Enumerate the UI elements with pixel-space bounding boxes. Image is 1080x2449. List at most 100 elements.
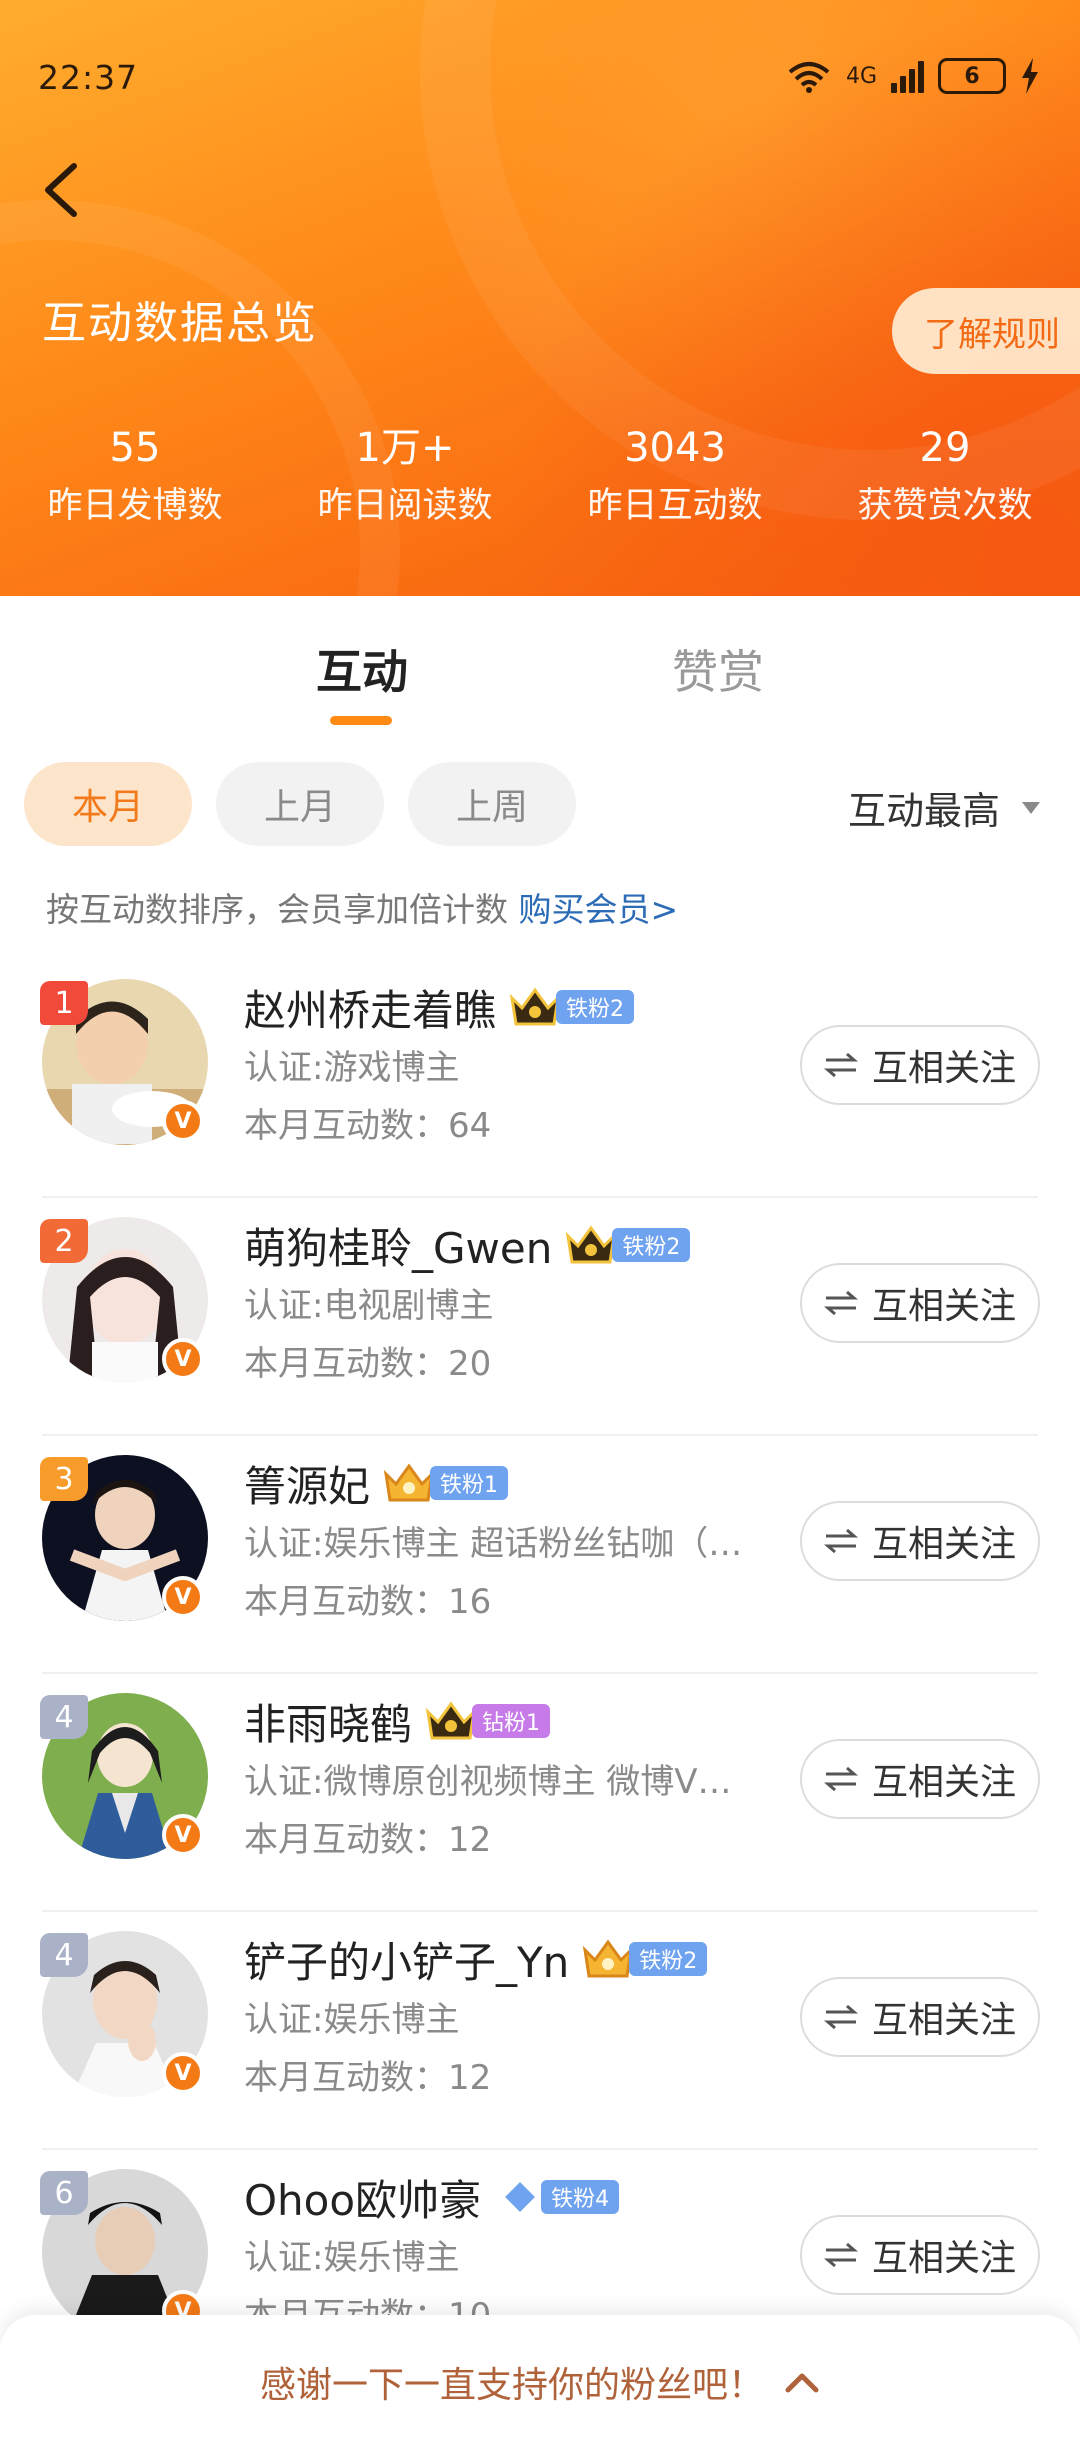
fan-level-badge: 铁粉1 (430, 1466, 509, 1500)
battery-icon: 6 (938, 58, 1006, 94)
fan-name[interactable]: 箐源妃 (244, 1453, 370, 1514)
fan-name[interactable]: Ohoo欧帅豪 (244, 2167, 481, 2228)
fan-cert: 认证:娱乐博主 (244, 2238, 460, 2278)
fan-level-badge: 铁粉2 (612, 1228, 691, 1262)
list-item[interactable]: V 3 箐源妃 铁粉1 认证:娱乐博主 超话粉丝钻咖（… 本月互动数：16 互相… (0, 1436, 1080, 1674)
fan-count: 本月互动数：20 (244, 1344, 492, 1384)
stat-interactions: 3043 昨日互动数 (540, 420, 810, 536)
mutual-follow-button[interactable]: 互相关注 (800, 1025, 1040, 1105)
list-item[interactable]: V 4 非雨晓鹤 钻粉1 认证:微博原创视频博主 微博V… 本月互动数：12 互… (0, 1674, 1080, 1912)
fan-name[interactable]: 铲子的小铲子_Yn (244, 1929, 569, 1990)
follow-label: 互相关注 (871, 1762, 1016, 1803)
swap-arrows-icon (823, 1290, 858, 1316)
sort-note-text: 按互动数排序，会员享加倍计数 (46, 890, 519, 929)
wifi-icon (788, 62, 830, 93)
verified-badge: V (162, 2052, 204, 2094)
sort-dropdown[interactable]: 互动最高 (848, 780, 1040, 835)
thank-fans-bar[interactable]: 感谢一下一直支持你的粉丝吧！ (0, 2315, 1080, 2449)
fan-name[interactable]: 萌狗桂聆_Gwen (244, 1215, 552, 1276)
mutual-follow-button[interactable]: 互相关注 (800, 1501, 1040, 1581)
stat-value: 1万+ (355, 425, 455, 471)
charging-icon (1022, 58, 1038, 94)
follow-label: 互相关注 (871, 1048, 1016, 1089)
stat-rewards: 29 获赞赏次数 (810, 420, 1080, 536)
follow-label: 互相关注 (871, 1524, 1016, 1565)
fan-info: 萌狗桂聆_Gwen 铁粉2 认证:电视剧博主 本月互动数：20 (244, 1213, 784, 1393)
fan-count: 本月互动数：16 (244, 1582, 492, 1622)
fan-cert: 认证:电视剧博主 (244, 1286, 494, 1326)
fan-level-badge: 钻粉1 (472, 1704, 551, 1738)
crown-icon (383, 1463, 435, 1502)
filter-this-month[interactable]: 本月 (24, 762, 192, 846)
sort-label: 互动最高 (847, 789, 1000, 833)
rank-badge: 4 (40, 1933, 88, 1977)
verified-badge: V (162, 1576, 204, 1618)
thank-fans-text: 感谢一下一直支持你的粉丝吧！ (259, 2365, 764, 2406)
fan-name[interactable]: 赵州桥走着瞧 (244, 977, 496, 1038)
stat-label: 昨日阅读数 (317, 486, 493, 526)
list-item[interactable]: V 1 赵州桥走着瞧 铁粉2 认证:游戏博主 本月互动数：64 互相关注 (0, 960, 1080, 1198)
fan-level-badge: 铁粉2 (629, 1942, 708, 1976)
fan-level-badge: 铁粉2 (556, 990, 635, 1024)
fan-cert: 认证:微博原创视频博主 微博V… (244, 1762, 732, 1802)
crown-icon (566, 1225, 617, 1264)
mutual-follow-button[interactable]: 互相关注 (800, 1977, 1040, 2057)
mutual-follow-button[interactable]: 互相关注 (800, 1263, 1040, 1343)
fan-count: 本月互动数：12 (244, 1820, 492, 1860)
page-title: 互动数据总览 (42, 298, 318, 349)
fan-count: 本月互动数：12 (244, 2058, 492, 2098)
crown-icon (425, 1701, 477, 1740)
stat-value: 29 (919, 425, 971, 471)
fan-cert: 认证:娱乐博主 (244, 2000, 460, 2040)
mutual-follow-button[interactable]: 互相关注 (800, 1739, 1040, 1819)
swap-arrows-icon (823, 2242, 858, 2268)
follow-label: 互相关注 (871, 2000, 1016, 2041)
tab-reward[interactable]: 赞赏 (672, 636, 764, 702)
rank-badge: 3 (40, 1457, 88, 1501)
sort-note: 按互动数排序，会员享加倍计数 购买会员> (46, 883, 678, 931)
header: 22:37 4G 6 互动数据总览 了解规则 55 昨日发博数 1万+ 昨日阅读… (0, 0, 1080, 596)
stat-label: 昨日发博数 (47, 486, 223, 526)
tab-indicator (330, 716, 392, 725)
follow-label: 互相关注 (871, 2238, 1016, 2279)
rank-badge: 1 (40, 981, 88, 1025)
header-decoration (0, 200, 400, 596)
list-item[interactable]: V 2 萌狗桂聆_Gwen 铁粉2 认证:电视剧博主 本月互动数：20 互相关注 (0, 1198, 1080, 1436)
rank-badge: 6 (40, 2171, 88, 2215)
fan-count: 本月互动数：64 (244, 1106, 492, 1146)
fan-cert: 认证:游戏博主 (244, 1048, 460, 1088)
back-arrow-icon[interactable] (36, 160, 86, 220)
fan-cert: 认证:娱乐博主 超话粉丝钻咖（… (244, 1524, 743, 1564)
verified-badge: V (162, 1100, 204, 1142)
diamond-icon (500, 2177, 540, 2217)
list-item[interactable]: V 4 铲子的小铲子_Yn 铁粉2 认证:娱乐博主 本月互动数：12 互相关注 (0, 1912, 1080, 2150)
fan-info: 赵州桥走着瞧 铁粉2 认证:游戏博主 本月互动数：64 (244, 975, 784, 1155)
network-type: 4G (845, 63, 877, 89)
swap-arrows-icon (823, 1528, 858, 1554)
swap-arrows-icon (823, 2004, 858, 2030)
rank-badge: 2 (40, 1219, 88, 1263)
filter-last-month[interactable]: 上月 (216, 762, 384, 846)
verified-badge: V (162, 1338, 204, 1380)
stat-label: 昨日互动数 (587, 486, 763, 526)
fan-name[interactable]: 非雨晓鹤 (244, 1691, 412, 1752)
signal-icon (891, 59, 924, 93)
mutual-follow-button[interactable]: 互相关注 (800, 2215, 1040, 2295)
stats-row: 55 昨日发博数 1万+ 昨日阅读数 3043 昨日互动数 29 获赞赏次数 (0, 420, 1080, 536)
filter-last-week[interactable]: 上周 (408, 762, 576, 846)
stat-value: 3043 (624, 425, 726, 471)
swap-arrows-icon (823, 1052, 858, 1078)
crown-icon (509, 987, 561, 1026)
stat-reads: 1万+ 昨日阅读数 (270, 420, 540, 536)
fan-list: V 1 赵州桥走着瞧 铁粉2 认证:游戏博主 本月互动数：64 互相关注 V 2… (0, 960, 1080, 2388)
stat-value: 55 (109, 425, 161, 471)
follow-label: 互相关注 (871, 1286, 1016, 1327)
tab-interaction[interactable]: 互动 (316, 636, 408, 702)
verified-badge: V (162, 1814, 204, 1856)
fan-info: 箐源妃 铁粉1 认证:娱乐博主 超话粉丝钻咖（… 本月互动数：16 (244, 1451, 784, 1631)
buy-membership-link[interactable]: 购买会员> (519, 890, 679, 929)
status-time: 22:37 (38, 58, 139, 97)
rank-badge: 4 (40, 1695, 88, 1739)
period-filters: 本月 上月 上周 (24, 762, 576, 846)
rules-button[interactable]: 了解规则 (892, 288, 1080, 374)
